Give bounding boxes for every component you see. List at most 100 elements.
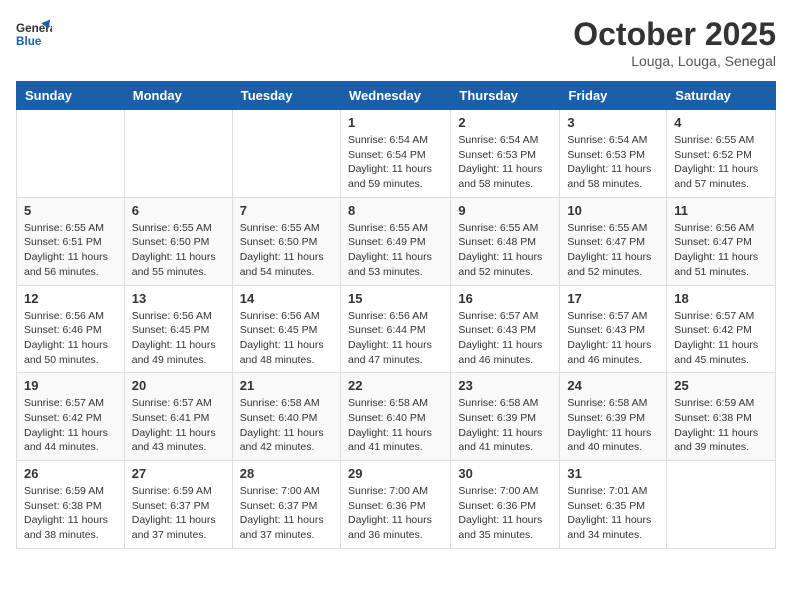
day-number: 17 [567,291,659,306]
day-info: Sunrise: 6:55 AM Sunset: 6:50 PM Dayligh… [132,221,225,280]
calendar-week-row: 26 Sunrise: 6:59 AM Sunset: 6:38 PM Dayli… [17,461,776,549]
calendar-day-header: Thursday [451,82,560,110]
calendar-cell: 24Sunrise: 6:58 AM Sunset: 6:39 PM Dayli… [560,373,667,461]
day-number: 19 [24,378,117,393]
page-header: General Blue October 2025 Louga, Louga, … [16,16,776,69]
day-number: 26 [24,466,117,481]
calendar-cell: 9 Sunrise: 6:55 AM Sunset: 6:48 PM Daylig… [451,197,560,285]
day-number: 20 [132,378,225,393]
day-number: 9 [458,203,552,218]
day-info: Sunrise: 6:57 AM Sunset: 6:41 PM Dayligh… [132,396,225,455]
day-info: Sunrise: 6:57 AM Sunset: 6:42 PM Dayligh… [24,396,117,455]
day-info: Sunrise: 6:59 AM Sunset: 6:38 PM Dayligh… [24,484,117,543]
day-info: Sunrise: 7:00 AM Sunset: 6:36 PM Dayligh… [458,484,552,543]
calendar-day-header: Saturday [667,82,776,110]
logo-icon: General Blue [16,16,52,52]
calendar-cell: 19 Sunrise: 6:57 AM Sunset: 6:42 PM Dayli… [17,373,125,461]
calendar-cell: 21 Sunrise: 6:58 AM Sunset: 6:40 PM Dayli… [232,373,340,461]
calendar-week-row: 1Sunrise: 6:54 AM Sunset: 6:54 PM Daylig… [17,110,776,198]
day-number: 14 [240,291,333,306]
day-number: 22 [348,378,443,393]
day-number: 1 [348,115,443,130]
day-info: Sunrise: 6:58 AM Sunset: 6:40 PM Dayligh… [348,396,443,455]
day-number: 6 [132,203,225,218]
day-info: Sunrise: 6:54 AM Sunset: 6:53 PM Dayligh… [458,133,552,192]
calendar-week-row: 19 Sunrise: 6:57 AM Sunset: 6:42 PM Dayli… [17,373,776,461]
day-info: Sunrise: 7:01 AM Sunset: 6:35 PM Dayligh… [567,484,659,543]
svg-text:Blue: Blue [16,35,42,48]
day-number: 15 [348,291,443,306]
calendar-cell: 29 Sunrise: 7:00 AM Sunset: 6:36 PM Dayli… [340,461,450,549]
day-number: 29 [348,466,443,481]
day-number: 4 [674,115,768,130]
calendar-cell: 18Sunrise: 6:57 AM Sunset: 6:42 PM Dayli… [667,285,776,373]
day-number: 24 [567,378,659,393]
calendar-cell: 27Sunrise: 6:59 AM Sunset: 6:37 PM Dayli… [124,461,232,549]
calendar-day-header: Sunday [17,82,125,110]
day-info: Sunrise: 6:55 AM Sunset: 6:51 PM Dayligh… [24,221,117,280]
calendar-cell: 25Sunrise: 6:59 AM Sunset: 6:38 PM Dayli… [667,373,776,461]
calendar-cell: 14 Sunrise: 6:56 AM Sunset: 6:45 PM Dayli… [232,285,340,373]
day-info: Sunrise: 6:55 AM Sunset: 6:48 PM Dayligh… [458,221,552,280]
calendar-week-row: 5 Sunrise: 6:55 AM Sunset: 6:51 PM Daylig… [17,197,776,285]
calendar-cell: 8 Sunrise: 6:55 AM Sunset: 6:49 PM Daylig… [340,197,450,285]
location: Louga, Louga, Senegal [573,53,776,69]
day-info: Sunrise: 6:59 AM Sunset: 6:38 PM Dayligh… [674,396,768,455]
day-info: Sunrise: 6:56 AM Sunset: 6:44 PM Dayligh… [348,309,443,368]
calendar-cell: 15 Sunrise: 6:56 AM Sunset: 6:44 PM Dayli… [340,285,450,373]
calendar-table: SundayMondayTuesdayWednesdayThursdayFrid… [16,81,776,549]
calendar-day-header: Wednesday [340,82,450,110]
calendar-cell [232,110,340,198]
day-number: 16 [458,291,552,306]
calendar-day-header: Monday [124,82,232,110]
day-number: 8 [348,203,443,218]
day-number: 23 [458,378,552,393]
day-info: Sunrise: 6:57 AM Sunset: 6:43 PM Dayligh… [567,309,659,368]
day-info: Sunrise: 7:00 AM Sunset: 6:36 PM Dayligh… [348,484,443,543]
day-number: 3 [567,115,659,130]
calendar-cell: 10 Sunrise: 6:55 AM Sunset: 6:47 PM Dayli… [560,197,667,285]
day-number: 13 [132,291,225,306]
calendar-day-header: Friday [560,82,667,110]
calendar-cell: 31 Sunrise: 7:01 AM Sunset: 6:35 PM Dayli… [560,461,667,549]
calendar-cell: 16 Sunrise: 6:57 AM Sunset: 6:43 PM Dayli… [451,285,560,373]
title-block: October 2025 Louga, Louga, Senegal [573,16,776,69]
logo: General Blue [16,16,52,52]
day-number: 21 [240,378,333,393]
calendar-cell: 13Sunrise: 6:56 AM Sunset: 6:45 PM Dayli… [124,285,232,373]
day-number: 11 [674,203,768,218]
calendar-cell: 12Sunrise: 6:56 AM Sunset: 6:46 PM Dayli… [17,285,125,373]
day-number: 28 [240,466,333,481]
calendar-header-row: SundayMondayTuesdayWednesdayThursdayFrid… [17,82,776,110]
day-info: Sunrise: 6:57 AM Sunset: 6:43 PM Dayligh… [458,309,552,368]
calendar-cell: 2 Sunrise: 6:54 AM Sunset: 6:53 PM Daylig… [451,110,560,198]
day-number: 18 [674,291,768,306]
calendar-week-row: 12Sunrise: 6:56 AM Sunset: 6:46 PM Dayli… [17,285,776,373]
day-info: Sunrise: 6:55 AM Sunset: 6:47 PM Dayligh… [567,221,659,280]
day-number: 31 [567,466,659,481]
calendar-cell [124,110,232,198]
day-number: 7 [240,203,333,218]
calendar-cell: 26 Sunrise: 6:59 AM Sunset: 6:38 PM Dayli… [17,461,125,549]
day-info: Sunrise: 7:00 AM Sunset: 6:37 PM Dayligh… [240,484,333,543]
day-number: 5 [24,203,117,218]
day-info: Sunrise: 6:58 AM Sunset: 6:40 PM Dayligh… [240,396,333,455]
day-info: Sunrise: 6:55 AM Sunset: 6:50 PM Dayligh… [240,221,333,280]
calendar-cell: 23 Sunrise: 6:58 AM Sunset: 6:39 PM Dayli… [451,373,560,461]
day-info: Sunrise: 6:56 AM Sunset: 6:46 PM Dayligh… [24,309,117,368]
day-info: Sunrise: 6:58 AM Sunset: 6:39 PM Dayligh… [458,396,552,455]
calendar-cell: 17 Sunrise: 6:57 AM Sunset: 6:43 PM Dayli… [560,285,667,373]
day-number: 2 [458,115,552,130]
day-info: Sunrise: 6:55 AM Sunset: 6:49 PM Dayligh… [348,221,443,280]
calendar-cell: 30Sunrise: 7:00 AM Sunset: 6:36 PM Dayli… [451,461,560,549]
day-info: Sunrise: 6:56 AM Sunset: 6:47 PM Dayligh… [674,221,768,280]
day-number: 27 [132,466,225,481]
calendar-cell: 28 Sunrise: 7:00 AM Sunset: 6:37 PM Dayli… [232,461,340,549]
day-number: 10 [567,203,659,218]
calendar-cell: 5 Sunrise: 6:55 AM Sunset: 6:51 PM Daylig… [17,197,125,285]
calendar-cell: 11 Sunrise: 6:56 AM Sunset: 6:47 PM Dayli… [667,197,776,285]
month-title: October 2025 [573,16,776,53]
day-info: Sunrise: 6:56 AM Sunset: 6:45 PM Dayligh… [240,309,333,368]
day-info: Sunrise: 6:54 AM Sunset: 6:53 PM Dayligh… [567,133,659,192]
calendar-cell: 3 Sunrise: 6:54 AM Sunset: 6:53 PM Daylig… [560,110,667,198]
